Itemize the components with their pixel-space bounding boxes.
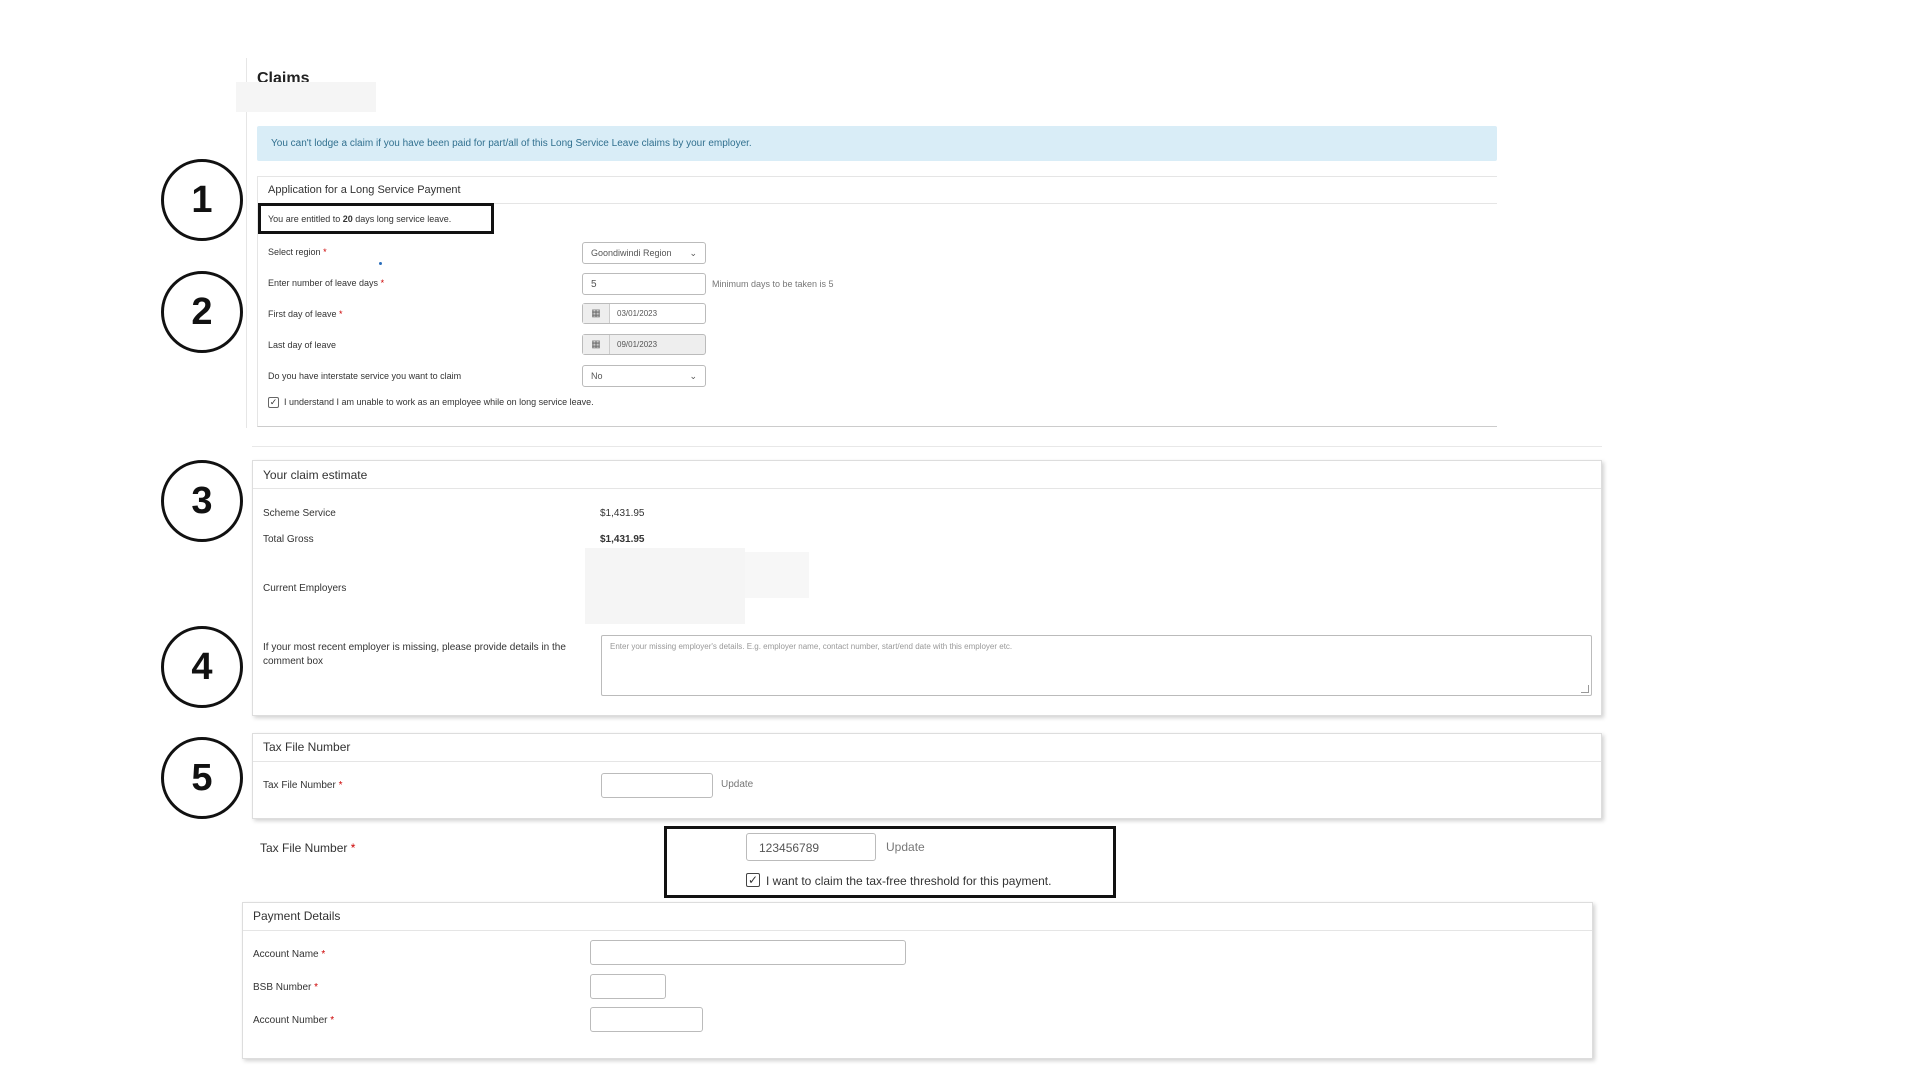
interstate-select-value: No [591,371,603,381]
leave-days-label: Enter number of leave days * [268,278,385,288]
first-day-value: 03/01/2023 [617,309,658,318]
leave-days-hint: Minimum days to be taken is 5 [712,279,834,289]
annotation-2: 2 [161,271,243,353]
account-name-label: Account Name * [253,949,326,960]
redacted-employers-extra [745,552,809,598]
region-select[interactable]: Goondiwindi Region ⌄ [582,242,706,264]
missing-employer-comment[interactable]: Enter your missing employer's details. E… [601,635,1592,696]
tfn-card-title: Tax File Number [263,740,351,754]
leave-days-input[interactable]: 5 [582,273,706,295]
claim-estimate-title: Your claim estimate [263,468,368,482]
payment-details-title: Payment Details [253,909,341,923]
first-day-label: First day of leave * [268,309,343,319]
last-day-value: 09/01/2023 [617,340,658,349]
bsb-input[interactable] [590,974,666,999]
comment-placeholder: Enter your missing employer's details. E… [610,642,1013,651]
account-number-label: Account Number * [253,1015,335,1026]
tfn-example-input[interactable]: 123456789 [746,833,876,861]
tfn-example-update-link[interactable]: Update [886,840,925,854]
tfn-example-label: Tax File Number * [260,841,356,855]
tfn-card [252,733,1602,819]
current-employers-label: Current Employers [263,583,347,594]
checkmark-icon: ✓ [747,873,759,887]
card-divider [253,488,1601,489]
total-gross-label: Total Gross [263,534,314,545]
annotation-4: 4 [161,626,243,708]
understand-checkbox[interactable]: ✓ [268,397,279,408]
redacted-area [236,82,376,112]
account-name-input[interactable] [590,940,906,965]
entitlement-days: 20 [342,214,353,224]
tfn-input[interactable] [601,773,713,798]
last-day-label: Last day of leave [268,340,337,350]
bsb-label: BSB Number * [253,982,319,993]
first-day-datepicker[interactable]: ▦ 03/01/2023 [582,303,706,324]
entitlement-text: You are entitled to 20 days long service… [268,214,452,224]
last-day-datepicker: ▦ 09/01/2023 [582,334,706,355]
section-separator [252,446,1602,447]
calendar-icon[interactable]: ▦ [583,304,610,323]
annotation-5: 5 [161,737,243,819]
calendar-icon: ▦ [583,335,610,354]
tfn-label: Tax File Number * [263,780,343,791]
region-select-value: Goondiwindi Region [591,248,672,258]
card-divider [253,761,1601,762]
tax-free-threshold-checkbox[interactable]: ✓ [746,873,760,887]
scheme-service-value: $1,431.95 [600,508,645,519]
dot-mark [379,262,382,265]
account-number-input[interactable] [590,1007,703,1032]
card-divider [243,930,1592,931]
left-divider [246,58,247,428]
tax-free-threshold-label: I want to claim the tax-free threshold f… [766,874,1052,888]
annotation-1: 1 [161,159,243,241]
info-alert: You can't lodge a claim if you have been… [257,126,1497,161]
chevron-down-icon: ⌄ [689,247,697,258]
payment-details-card [242,902,1593,1059]
understand-checkbox-label: I understand I am unable to work as an e… [284,397,594,407]
interstate-label: Do you have interstate service you want … [268,371,462,381]
missing-employer-label: If your most recent employer is missing,… [263,642,566,667]
checkmark-icon: ✓ [269,397,278,407]
total-gross-value: $1,431.95 [600,534,645,545]
redacted-employers [585,548,745,624]
region-label: Select region * [268,247,327,257]
application-title: Application for a Long Service Payment [268,184,461,196]
chevron-down-icon: ⌄ [689,370,697,381]
interstate-select[interactable]: No ⌄ [582,365,706,387]
resize-handle-icon[interactable] [1581,685,1589,693]
annotation-3: 3 [161,460,243,542]
scheme-service-label: Scheme Service [263,508,336,519]
tfn-update-link[interactable]: Update [721,779,753,790]
alert-text: You can't lodge a claim if you have been… [271,138,752,149]
